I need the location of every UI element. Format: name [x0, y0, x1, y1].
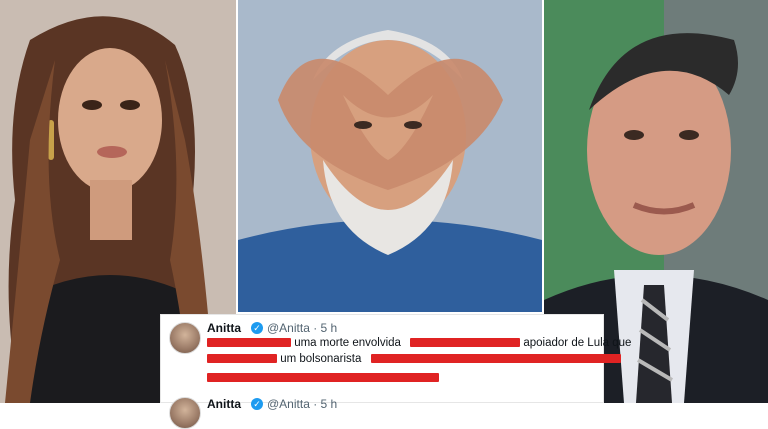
- redaction-bar: [410, 338, 521, 348]
- redaction-bar: [207, 354, 277, 364]
- redaction-bar: [370, 354, 621, 364]
- avatar[interactable]: [169, 397, 201, 429]
- tweet-author-name[interactable]: Anitta: [207, 321, 241, 335]
- man-heart-hands-illustration: [238, 0, 542, 312]
- tweet-text-fragment: uma morte envolvida: [294, 337, 401, 349]
- tweet-card: Anitta ✓ @Anitta · 5 h uma morte envolvi…: [160, 314, 631, 429]
- avatar[interactable]: [169, 322, 201, 354]
- center-heart-hands-photo: [238, 0, 542, 312]
- tweet-text-line-2: um bolsonarista: [207, 353, 621, 365]
- tweet-text-line-1: uma morte envolvida apoiador de Lula que: [207, 337, 631, 349]
- tweet-handle-time[interactable]: @Anitta · 5 h: [267, 397, 337, 411]
- tweet-text-fragment: apoiador de Lula que: [523, 337, 632, 349]
- redaction-bar: [207, 373, 439, 382]
- tweet-handle-time[interactable]: @Anitta · 5 h: [267, 321, 337, 335]
- redaction-bar: [207, 338, 291, 348]
- verified-badge-icon: ✓: [251, 322, 263, 334]
- tweet-text-fragment: um bolsonarista: [280, 353, 362, 365]
- verified-badge-icon: ✓: [251, 398, 263, 410]
- tweet-author-name[interactable]: Anitta: [207, 397, 241, 411]
